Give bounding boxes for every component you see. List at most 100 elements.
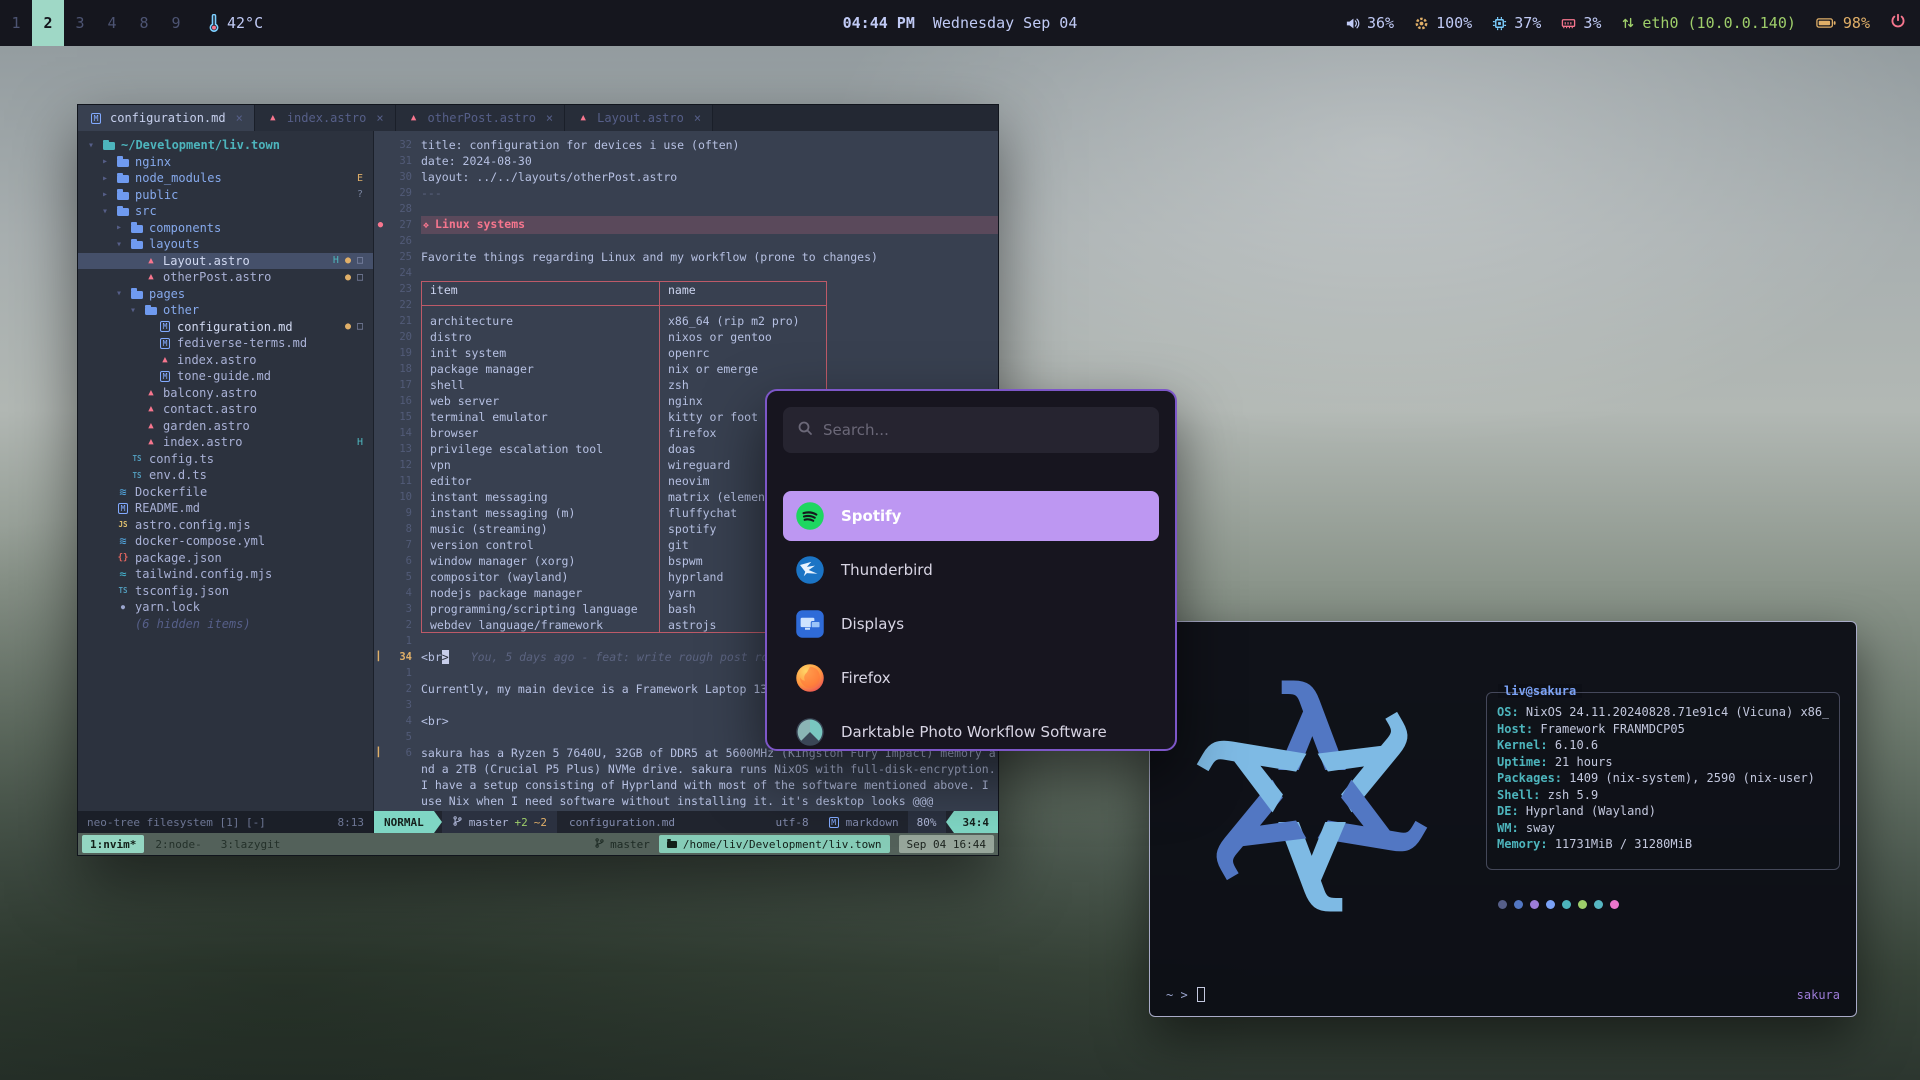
tree-item[interactable]: nginx <box>78 154 373 171</box>
tmux-window[interactable]: 1:nvim* <box>82 835 144 853</box>
launcher-item-darktable[interactable]: Darktable Photo Workflow Software <box>783 707 1159 751</box>
tree-item[interactable]: components <box>78 220 373 237</box>
tree-item[interactable]: tone-guide.md <box>78 368 373 385</box>
battery-indicator[interactable]: 98% <box>1816 14 1870 32</box>
branch-icon <box>452 815 463 830</box>
tab-label: configuration.md <box>110 111 226 125</box>
close-tab-icon[interactable]: × <box>694 111 701 125</box>
search-input[interactable] <box>823 421 1145 439</box>
tree-item[interactable]: docker-compose.yml <box>78 533 373 550</box>
cpu-indicator[interactable]: 37% <box>1492 14 1541 32</box>
git-status-badges: ? <box>357 189 373 200</box>
tree-item[interactable]: index.astro H <box>78 434 373 451</box>
launcher-item-displays[interactable]: Displays <box>783 599 1159 649</box>
status-bar: 1 2 3 4 8 9 42°C 04:44 PM Wednesday Sep … <box>0 0 1920 46</box>
tree-item[interactable]: Layout.astro H●□ <box>78 253 373 270</box>
close-tab-icon[interactable]: × <box>376 111 383 125</box>
tree-item-label: package.json <box>135 551 222 565</box>
file-encoding: utf-8 <box>767 811 818 833</box>
launcher-item-spotify[interactable]: Spotify <box>783 491 1159 541</box>
astro-file-icon <box>266 112 280 125</box>
tree-item[interactable]: public ? <box>78 187 373 204</box>
volume-indicator[interactable]: 36% <box>1345 14 1394 32</box>
tree-cursor-position: 8:13 <box>338 816 365 829</box>
tree-item[interactable]: yarn.lock <box>78 599 373 616</box>
brightness-indicator[interactable]: 100% <box>1414 14 1472 32</box>
tree-item-label: fediverse-terms.md <box>177 336 307 350</box>
tree-item[interactable]: tsconfig.json <box>78 583 373 600</box>
tree-item-label: yarn.lock <box>135 600 200 614</box>
tree-item[interactable]: package.json <box>78 550 373 567</box>
tmux-git-branch: master <box>594 837 650 852</box>
launcher-search[interactable] <box>783 407 1159 453</box>
tree-item[interactable]: pages <box>78 286 373 303</box>
tree-item[interactable]: balcony.astro <box>78 385 373 402</box>
tree-item[interactable]: astro.config.mjs <box>78 517 373 534</box>
tree-item[interactable]: (6 hidden items) <box>78 616 373 633</box>
status-badge: □ <box>357 272 363 283</box>
workspace-button[interactable]: 2 <box>32 0 64 46</box>
file-icon <box>144 304 158 317</box>
tree-item[interactable]: ~/Development/liv.town <box>78 137 373 154</box>
tree-item[interactable]: contact.astro <box>78 401 373 418</box>
tab-configuration-md[interactable]: configuration.md × <box>78 105 255 131</box>
tree-item-label: Layout.astro <box>163 254 250 268</box>
file-icon <box>144 419 158 432</box>
tree-item[interactable]: garden.astro <box>78 418 373 435</box>
neo-tree-statusline: neo-tree filesystem [1] [-] 8:13 <box>78 811 374 833</box>
tree-item[interactable]: index.astro <box>78 352 373 369</box>
tab-index-astro[interactable]: index.astro × <box>255 105 396 131</box>
palette-dot <box>1546 900 1555 909</box>
tree-item[interactable]: Dockerfile <box>78 484 373 501</box>
status-badge: H <box>357 437 363 448</box>
workspace-button[interactable]: 3 <box>64 0 96 46</box>
tree-item[interactable]: README.md <box>78 500 373 517</box>
tree-item[interactable]: layouts <box>78 236 373 253</box>
file-icon <box>130 221 144 234</box>
power-button[interactable] <box>1890 13 1906 33</box>
tree-item[interactable]: src <box>78 203 373 220</box>
tree-item[interactable]: tailwind.config.mjs <box>78 566 373 583</box>
fetch-info-line: OS: NixOS 24.11.20240828.71e91c4 (Vicuna… <box>1497 705 1829 722</box>
file-icon <box>158 353 172 366</box>
fetch-info-line: Packages: 1409 (nix-system), 2590 (nix-u… <box>1497 771 1829 788</box>
tree-item[interactable]: otherPost.astro ●□ <box>78 269 373 286</box>
tree-item[interactable]: fediverse-terms.md <box>78 335 373 352</box>
tree-item[interactable]: other <box>78 302 373 319</box>
launcher-item-thunderbird[interactable]: Thunderbird <box>783 545 1159 595</box>
tree-item[interactable]: node_modules E <box>78 170 373 187</box>
workspace-button[interactable]: 4 <box>96 0 128 46</box>
temperature-indicator: 42°C <box>208 14 263 32</box>
tree-item[interactable]: configuration.md ●□ <box>78 319 373 336</box>
network-indicator[interactable]: eth0 (10.0.0.140) <box>1621 14 1796 32</box>
tree-item-label: README.md <box>135 501 200 515</box>
workspace-button[interactable]: 8 <box>128 0 160 46</box>
tmux-window[interactable]: 3:lazygit <box>213 835 289 853</box>
file-icon <box>116 584 130 597</box>
folder-icon <box>667 841 677 848</box>
cpu-icon <box>1492 16 1507 31</box>
workspace-button[interactable]: 9 <box>160 0 192 46</box>
battery-icon <box>1816 17 1836 29</box>
launcher-item-firefox[interactable]: Firefox <box>783 653 1159 703</box>
table-row: 20 distronixos or gentoo <box>374 329 998 345</box>
neo-tree-sidebar: ~/Development/liv.town nginx <box>78 131 374 811</box>
tree-item[interactable]: env.d.ts <box>78 467 373 484</box>
status-badge: ? <box>357 189 363 200</box>
tab-layout-astro[interactable]: Layout.astro × <box>565 105 713 131</box>
memory-indicator[interactable]: 3% <box>1561 14 1601 32</box>
file-icon <box>144 403 158 416</box>
nixos-logo <box>1162 636 1462 956</box>
shell-prompt[interactable]: ~ > <box>1166 987 1205 1002</box>
tab-otherpost-astro[interactable]: otherPost.astro × <box>396 105 566 131</box>
fetch-terminal-window[interactable]: liv@sakura OS: NixOS 24.11.20240828.71e9… <box>1149 621 1857 1017</box>
file-icon <box>116 502 130 515</box>
tree-item[interactable]: config.ts <box>78 451 373 468</box>
file-icon <box>158 370 172 383</box>
workspace-button[interactable]: 1 <box>0 0 32 46</box>
close-tab-icon[interactable]: × <box>546 111 553 125</box>
file-icon <box>144 271 158 284</box>
tmux-window[interactable]: 2:node- <box>147 835 209 853</box>
close-tab-icon[interactable]: × <box>236 111 243 125</box>
terminal-color-palette <box>1498 900 1619 909</box>
